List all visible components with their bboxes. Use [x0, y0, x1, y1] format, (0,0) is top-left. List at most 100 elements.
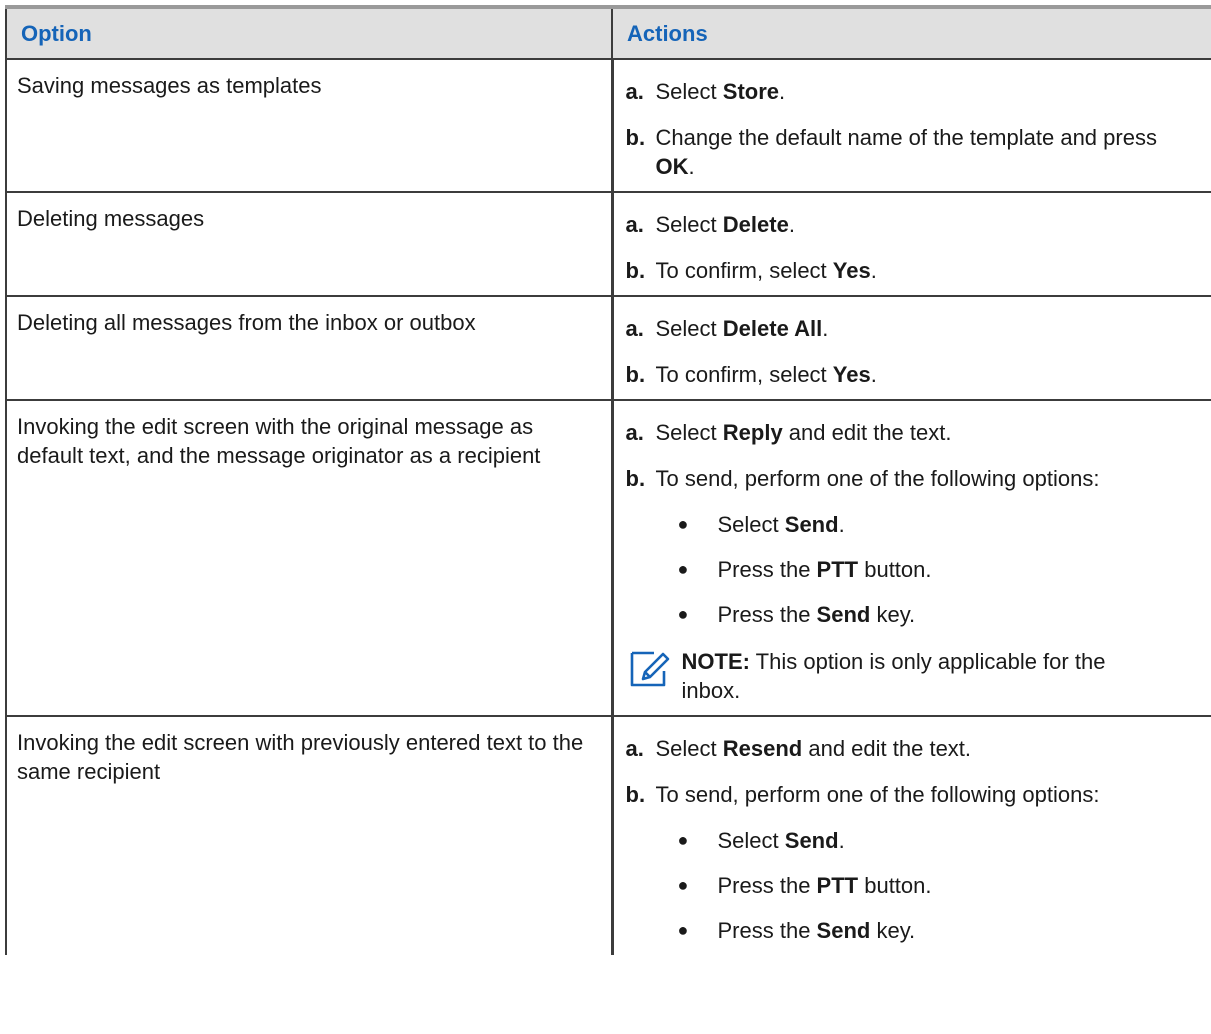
step-letter: a. [625, 79, 644, 104]
bullet-text: Press the PTT button. [718, 871, 932, 900]
bullet-text: Press the Send key. [718, 600, 916, 629]
bold-term: Store [722, 79, 780, 104]
action-step: a. Select Delete All. [626, 314, 1209, 343]
action-step: b. To send, perform one of the following … [626, 464, 1209, 493]
text-run: button. [858, 873, 932, 898]
option-cell: Saving messages as templates [5, 59, 612, 193]
bullet-list: ● Select Send. ● Press the PTT button. ● Pres… [626, 826, 1209, 945]
text-run: Select [655, 79, 723, 104]
text-run: . [779, 79, 786, 104]
step-letter: b. [625, 125, 646, 150]
step-text: Change the default name of the template … [656, 123, 1166, 181]
bullet-text: Select Send. [718, 510, 845, 539]
text-run: Press the [717, 557, 817, 582]
text-run: Select [655, 736, 723, 761]
table-body: Saving messages as templates a. Select Sto… [5, 59, 1211, 955]
bold-term: Delete [722, 212, 789, 237]
action-step: a. Select Store. [626, 77, 1209, 106]
bold-term: Yes [832, 362, 871, 387]
actions-cell: a. Select Resend and edit the text. b. To s… [610, 716, 1211, 955]
bold-term: OK [655, 154, 689, 179]
text-run: Select [717, 828, 785, 853]
bullet-icon: ● [677, 920, 689, 940]
text-run: . [688, 154, 695, 179]
text-run: and edit the text. [782, 420, 952, 445]
bullet-icon: ● [677, 559, 689, 579]
step-text: Select Reply and edit the text. [656, 418, 1166, 447]
step-letter: b. [625, 258, 646, 283]
text-run: To send, perform one of the following op… [655, 782, 1100, 807]
step-text: Select Delete All. [656, 314, 1166, 343]
action-step: a. Select Resend and edit the text. [626, 734, 1209, 763]
text-run: button. [858, 557, 932, 582]
note-text: NOTE: This option is only applicable for… [682, 647, 1122, 705]
step-text: To confirm, select Yes. [656, 256, 1166, 285]
step-letter: b. [625, 466, 646, 491]
note-pencil-icon [628, 649, 674, 689]
text-run: . [870, 362, 877, 387]
action-step: a. Select Delete. [626, 210, 1209, 239]
bold-term: Send [784, 828, 839, 853]
bold-term: Reply [722, 420, 783, 445]
text-run: Change the default name of the template … [655, 125, 1157, 150]
action-step: b. To confirm, select Yes. [626, 360, 1209, 389]
header-row: Option Actions [5, 7, 1211, 60]
bullet-item: ● Press the PTT button. [678, 871, 1209, 900]
bullet-icon: ● [677, 830, 689, 850]
table-row: Invoking the edit screen with previously… [5, 716, 1211, 955]
text-run: . [870, 258, 877, 283]
step-letter: a. [625, 736, 644, 761]
step-letter: b. [625, 362, 646, 387]
header-option: Option [5, 7, 613, 60]
bold-term: PTT [816, 873, 859, 898]
text-run: and edit the text. [802, 736, 972, 761]
text-run: key. [870, 918, 916, 943]
text-run: Select [655, 420, 723, 445]
text-run: . [788, 212, 795, 237]
option-cell: Deleting all messages from the inbox or … [5, 296, 612, 401]
bold-term: Send [784, 512, 839, 537]
step-text: Select Store. [656, 77, 1166, 106]
option-cell: Invoking the edit screen with previously… [5, 716, 612, 955]
header-actions: Actions [612, 7, 1211, 60]
actions-cell: a. Select Delete All. b. To confirm, select… [610, 296, 1211, 401]
bullet-text: Press the PTT button. [718, 555, 932, 584]
action-step: b. To send, perform one of the following … [626, 780, 1209, 809]
note-block: NOTE: This option is only applicable for… [628, 647, 1209, 705]
bullet-icon: ● [677, 875, 689, 895]
step-letter: b. [625, 782, 646, 807]
text-run: Press the [717, 918, 817, 943]
step-letter: a. [625, 420, 644, 445]
actions-cell: a. Select Store. b. Change the default name… [610, 59, 1211, 193]
text-run: . [838, 828, 845, 853]
text-run: Press the [717, 602, 817, 627]
step-letter: a. [625, 212, 644, 237]
bold-term: Yes [832, 258, 871, 283]
table-row: Invoking the edit screen with the origin… [5, 400, 1211, 717]
bullet-item: ● Press the Send key. [678, 600, 1209, 629]
bold-term: Send [816, 918, 871, 943]
bullet-icon: ● [677, 514, 689, 534]
bullet-text: Select Send. [718, 826, 845, 855]
table-row: Saving messages as templates a. Select Sto… [5, 59, 1211, 193]
bold-term: Send [816, 602, 871, 627]
step-letter: a. [625, 316, 644, 341]
text-run: key. [870, 602, 916, 627]
bullet-item: ● Select Send. [678, 510, 1209, 539]
note-label: NOTE: [681, 649, 750, 674]
step-text: To send, perform one of the following op… [656, 464, 1166, 493]
action-step: b. Change the default name of the templat… [626, 123, 1209, 181]
option-cell: Invoking the edit screen with the origin… [5, 400, 612, 717]
bold-term: Delete All [722, 316, 823, 341]
options-table: Option Actions Saving messages as templa… [5, 5, 1211, 955]
text-run: To confirm, select [655, 258, 833, 283]
bullet-item: ● Select Send. [678, 826, 1209, 855]
text-run: To send, perform one of the following op… [655, 466, 1100, 491]
text-run: Select [717, 512, 785, 537]
table-row: Deleting all messages from the inbox or … [5, 296, 1211, 401]
table-row: Deleting messages a. Select Delete. b. To co… [5, 192, 1211, 297]
actions-cell: a. Select Delete. b. To confirm, select Yes… [610, 192, 1211, 297]
text-run: Press the [717, 873, 817, 898]
text-run: . [822, 316, 829, 341]
bullet-item: ● Press the Send key. [678, 916, 1209, 945]
